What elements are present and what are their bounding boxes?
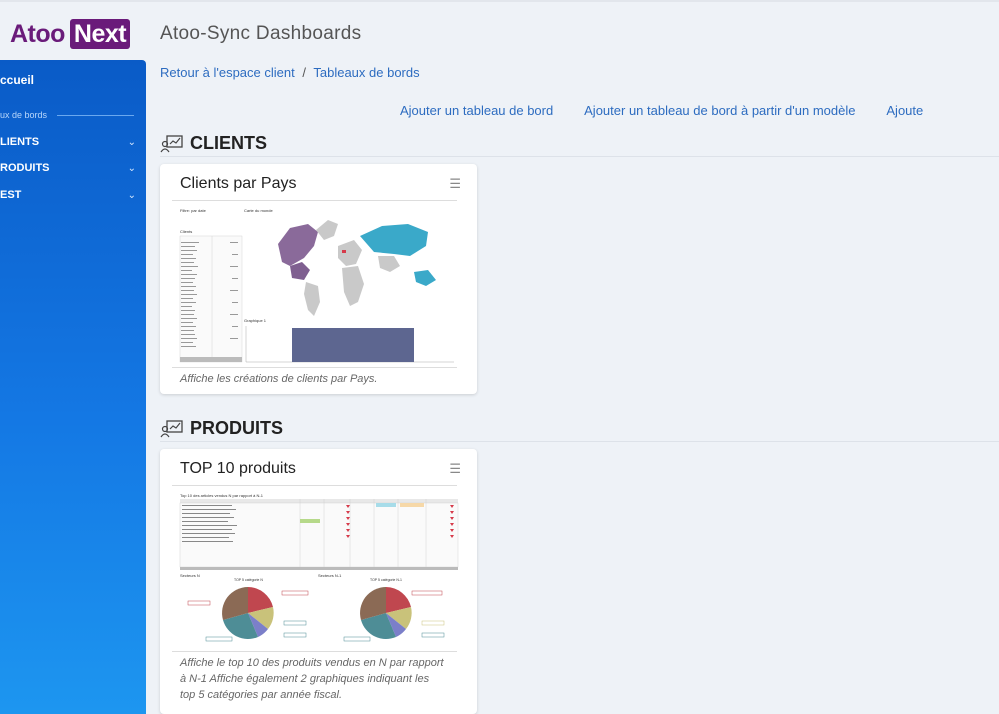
- sidebar-section-text: ux de bords: [0, 110, 48, 120]
- breadcrumb-separator: /: [302, 65, 306, 80]
- logo-text-a: Atoo: [10, 19, 65, 48]
- section-divider: [160, 156, 999, 157]
- card-title: Clients par Pays: [180, 175, 297, 192]
- top-bar: Atoo Next Atoo-Sync Dashboards: [0, 0, 999, 60]
- sidebar-item-label: RODUITS: [0, 162, 50, 174]
- card-title: TOP 10 produits: [180, 460, 296, 477]
- hamburger-icon[interactable]: ☰: [449, 461, 461, 477]
- divider: [172, 200, 457, 201]
- thumb-pie-right: [360, 587, 412, 639]
- breadcrumb: Retour à l'espace client / Tableaux de b…: [160, 65, 420, 80]
- sidebar-item-accueil[interactable]: ccueil: [0, 73, 146, 87]
- chevron-down-icon: ⌄: [127, 162, 136, 174]
- dashboard-card-clients[interactable]: Clients par Pays ☰ Filtre: par date Cart…: [160, 164, 477, 394]
- chevron-down-icon: ⌄: [127, 189, 136, 201]
- card-description: Affiche les créations de clients par Pay…: [180, 373, 378, 385]
- add-dashboard-link[interactable]: Ajouter un tableau de bord: [400, 103, 553, 118]
- section-divider: [160, 441, 999, 442]
- logo-text-b: Next: [69, 19, 131, 49]
- sidebar: ccueil ux de bords LIENTS ⌄ RODUITS ⌄ ES…: [0, 60, 146, 714]
- sidebar-item-label: LIENTS: [0, 136, 40, 148]
- thumb-bar: [292, 328, 414, 362]
- dashboard-thumbnail: Filtre: par date Carte du monde Clients: [178, 206, 460, 364]
- divider: [172, 367, 457, 368]
- card-description: Affiche le top 10 des produits vendus en…: [180, 657, 444, 701]
- dashboard-card-produits[interactable]: TOP 10 produits ☰ Top 10 des articles ve…: [160, 449, 477, 714]
- dashboard-icon: [160, 419, 183, 437]
- thumb-table-title: Clients: [180, 229, 192, 234]
- add-dashboard-from-template-link[interactable]: Ajouter un tableau de bord à partir d'un…: [584, 103, 855, 118]
- section-title: CLIENTS: [190, 133, 268, 153]
- thumb-map-label: Carte du monde: [244, 208, 273, 213]
- app-title: Atoo-Sync Dashboards: [160, 23, 362, 44]
- sidebar-item-clients[interactable]: LIENTS ⌄: [0, 136, 146, 148]
- thumb-right-pie-title: TOP 5 catégorie N-1: [370, 578, 402, 582]
- sidebar-section-label: ux de bords: [0, 110, 146, 120]
- divider: [57, 114, 134, 116]
- more-action-link[interactable]: Ajoute: [886, 103, 923, 118]
- thumb-pie-left: [222, 587, 274, 639]
- breadcrumb-home-link[interactable]: Retour à l'espace client: [160, 65, 295, 80]
- sidebar-item-label: EST: [0, 189, 22, 201]
- sidebar-item-test[interactable]: EST ⌄: [0, 189, 146, 201]
- thumb-chart-label: Graphique 1: [244, 318, 267, 323]
- divider: [172, 651, 457, 652]
- thumb-left-pie-title: TOP 5 catégorie N: [234, 578, 263, 582]
- breadcrumb-current-link[interactable]: Tableaux de bords: [313, 65, 419, 80]
- dashboard-thumbnail: Top 10 des articles vendus N par rapport…: [178, 491, 460, 646]
- hamburger-icon[interactable]: ☰: [449, 176, 461, 192]
- thumb-right-label: Secteurs N-1: [318, 573, 342, 578]
- action-bar: Ajouter un tableau de bord Ajouter un ta…: [400, 103, 951, 118]
- section-header-clients: CLIENTS: [160, 133, 267, 154]
- dashboard-icon: [160, 134, 183, 152]
- logo[interactable]: Atoo Next: [10, 19, 131, 49]
- thumb-left-label: Secteurs N: [180, 573, 200, 578]
- section-title: PRODUITS: [190, 418, 284, 438]
- section-header-produits: PRODUITS: [160, 418, 283, 439]
- chevron-down-icon: ⌄: [127, 136, 136, 148]
- thumb-table-footer: [180, 357, 242, 362]
- sidebar-item-produits[interactable]: RODUITS ⌄: [0, 162, 146, 174]
- thumb-table-title: Top 10 des articles vendus N par rapport…: [180, 493, 264, 498]
- divider: [172, 485, 457, 486]
- thumb-filter-label: Filtre: par date: [180, 208, 207, 213]
